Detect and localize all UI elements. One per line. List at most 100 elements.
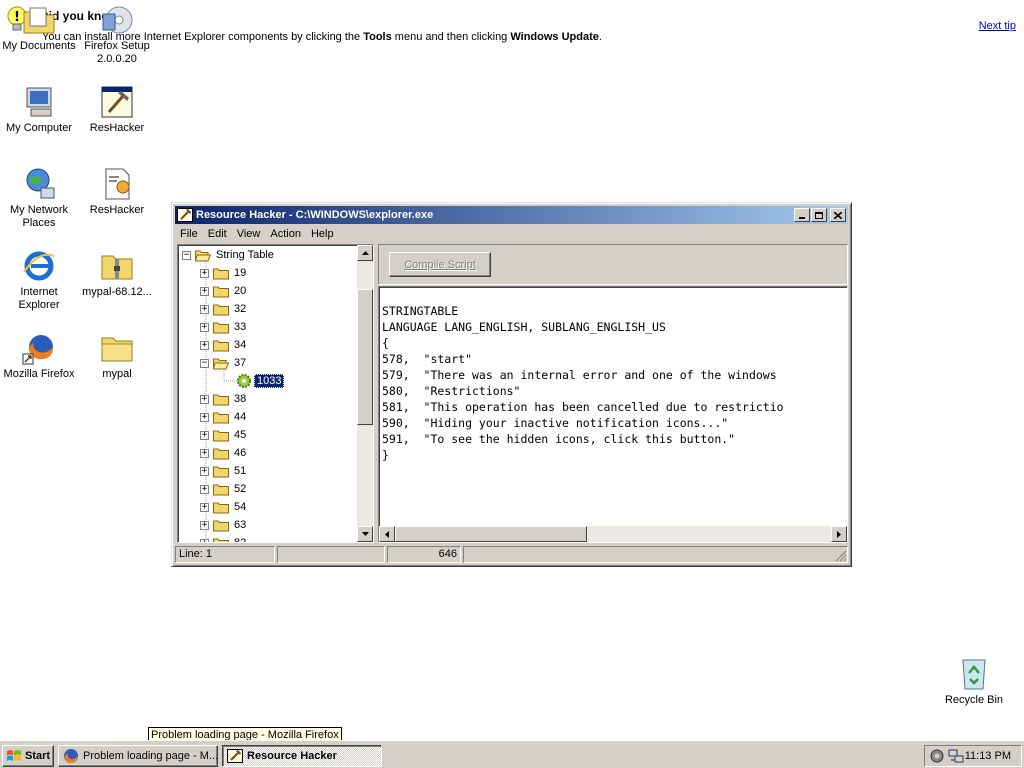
menu-help[interactable]: Help xyxy=(306,228,339,240)
tree-node-46[interactable]: +46 xyxy=(200,445,246,461)
windows-logo-icon xyxy=(7,750,21,761)
taskbar-button-firefox[interactable]: Problem loading page - M... xyxy=(58,745,218,767)
folder-icon xyxy=(213,393,229,406)
network-globe-icon xyxy=(21,166,57,202)
desktop-icon-mypal[interactable]: mypal xyxy=(78,330,156,381)
desktop-icon-mypal-zip[interactable]: mypal-68.12... xyxy=(78,248,156,299)
expand-icon[interactable]: + xyxy=(200,394,209,404)
tree-node-51[interactable]: +51 xyxy=(200,463,246,479)
scroll-up-button[interactable] xyxy=(357,245,373,261)
desktop-icon-reshacker-1[interactable]: ResHacker xyxy=(78,84,156,135)
next-tip-link[interactable]: Next tip xyxy=(979,20,1016,32)
desktop-icon-reshacker-2[interactable]: ResHacker xyxy=(78,166,156,217)
expand-icon[interactable]: + xyxy=(200,502,209,512)
tree-node-45[interactable]: +45 xyxy=(200,427,246,443)
expand-icon[interactable]: + xyxy=(200,430,209,440)
tree-vertical-scrollbar[interactable] xyxy=(357,245,373,542)
arrow-up-icon xyxy=(361,251,369,255)
minimize-button[interactable] xyxy=(794,208,810,222)
recycle-bin-icon xyxy=(956,656,992,692)
resource-hacker-window[interactable]: Resource Hacker - C:\WINDOWS\explorer.ex… xyxy=(171,202,852,567)
expand-icon[interactable]: + xyxy=(200,466,209,476)
maximize-button[interactable] xyxy=(811,208,827,222)
menu-action[interactable]: Action xyxy=(265,228,306,240)
tray-security-icon[interactable] xyxy=(929,748,945,764)
desktop-icon-recycle-bin[interactable]: Recycle Bin xyxy=(935,656,1013,707)
folder-icon xyxy=(213,429,229,442)
collapse-icon[interactable]: − xyxy=(200,358,209,368)
editor-horizontal-scrollbar[interactable] xyxy=(379,526,847,542)
scroll-down-button[interactable] xyxy=(357,526,373,542)
reshacker-app-icon xyxy=(177,208,193,222)
folder-icon xyxy=(213,267,229,280)
folder-icon xyxy=(213,465,229,478)
menu-edit[interactable]: Edit xyxy=(203,228,232,240)
arrow-down-icon xyxy=(361,532,369,536)
resource-tree[interactable]: − String Table +19 +20 +32 +33 +34 −37 1… xyxy=(177,244,374,543)
menu-bar: File Edit View Action Help xyxy=(175,225,848,243)
tree-node-82[interactable]: +82 xyxy=(200,535,246,542)
menu-view[interactable]: View xyxy=(232,228,266,240)
expand-icon[interactable]: + xyxy=(200,538,209,542)
tree-node-32[interactable]: +32 xyxy=(200,301,246,317)
expand-icon[interactable]: + xyxy=(200,304,209,314)
desktop-icon-mozilla-firefox[interactable]: Mozilla Firefox xyxy=(0,330,78,381)
menu-file[interactable]: File xyxy=(175,228,203,240)
expand-icon[interactable]: + xyxy=(200,448,209,458)
tree-node-34[interactable]: +34 xyxy=(200,337,246,353)
folder-icon xyxy=(213,501,229,514)
computer-icon xyxy=(21,84,57,120)
desktop-icon-my-documents[interactable]: My Documents xyxy=(0,2,78,53)
resize-grip-icon xyxy=(835,550,847,562)
tree-scroll-thumb[interactable] xyxy=(357,289,373,425)
firefox-icon xyxy=(63,748,79,764)
taskbar-button-resource-hacker[interactable]: Resource Hacker xyxy=(222,745,382,767)
reshacker-hammer-icon xyxy=(99,84,135,120)
expand-icon[interactable]: + xyxy=(200,412,209,422)
tree-node-19[interactable]: +19 xyxy=(200,265,246,281)
tree-node-1033[interactable]: 1033 xyxy=(236,373,285,389)
desktop-icon-firefox-setup[interactable]: Firefox Setup 2.0.0.20 xyxy=(78,2,156,66)
open-folder-icon xyxy=(194,249,212,262)
close-button[interactable] xyxy=(830,208,846,222)
window-titlebar[interactable]: Resource Hacker - C:\WINDOWS\explorer.ex… xyxy=(175,206,848,224)
expand-icon[interactable]: + xyxy=(200,322,209,332)
tree-node-33[interactable]: +33 xyxy=(200,319,246,335)
scroll-right-button[interactable] xyxy=(831,526,847,542)
start-button[interactable]: Start xyxy=(2,745,54,767)
expand-icon[interactable]: + xyxy=(200,286,209,296)
close-icon xyxy=(834,211,842,219)
tree-node-38[interactable]: +38 xyxy=(200,391,246,407)
tree-node-20[interactable]: +20 xyxy=(200,283,246,299)
tree-node-37[interactable]: −37 xyxy=(200,355,246,371)
expand-icon[interactable]: + xyxy=(200,484,209,494)
tree-node-string-table[interactable]: − String Table xyxy=(182,247,274,263)
status-empty-2 xyxy=(463,546,848,563)
expand-icon[interactable]: + xyxy=(200,268,209,278)
desktop-icon-internet-explorer[interactable]: Internet Explorer xyxy=(0,248,78,312)
internet-explorer-icon xyxy=(21,248,57,284)
tray-network-icon[interactable] xyxy=(948,748,964,764)
expand-icon[interactable]: + xyxy=(200,520,209,530)
status-empty-1 xyxy=(277,546,385,563)
script-text: STRINGTABLE LANGUAGE LANG_ENGLISH, SUBLAN… xyxy=(382,304,784,462)
desktop-icon-my-computer[interactable]: My Computer xyxy=(0,84,78,135)
minimize-icon xyxy=(799,217,805,219)
arrow-right-icon xyxy=(837,530,841,538)
tree-node-63[interactable]: +63 xyxy=(200,517,246,533)
expand-icon[interactable]: + xyxy=(200,340,209,350)
script-editor[interactable]: STRINGTABLE LANGUAGE LANG_ENGLISH, SUBLAN… xyxy=(378,286,848,543)
tree-node-54[interactable]: +54 xyxy=(200,499,246,515)
folder-icon xyxy=(213,339,229,352)
collapse-icon[interactable]: − xyxy=(182,250,191,260)
scroll-left-button[interactable] xyxy=(379,526,395,542)
resource-gear-icon xyxy=(236,373,252,389)
editor-scroll-thumb[interactable] xyxy=(395,526,587,542)
documents-folder-icon xyxy=(21,2,57,38)
folder-icon xyxy=(213,537,229,542)
compile-script-button[interactable]: Compile Script xyxy=(389,252,491,277)
desktop-icon-network-places[interactable]: My Network Places xyxy=(0,166,78,230)
tree-node-44[interactable]: +44 xyxy=(200,409,246,425)
tree-node-52[interactable]: +52 xyxy=(200,481,246,497)
arrow-left-icon xyxy=(385,530,389,538)
